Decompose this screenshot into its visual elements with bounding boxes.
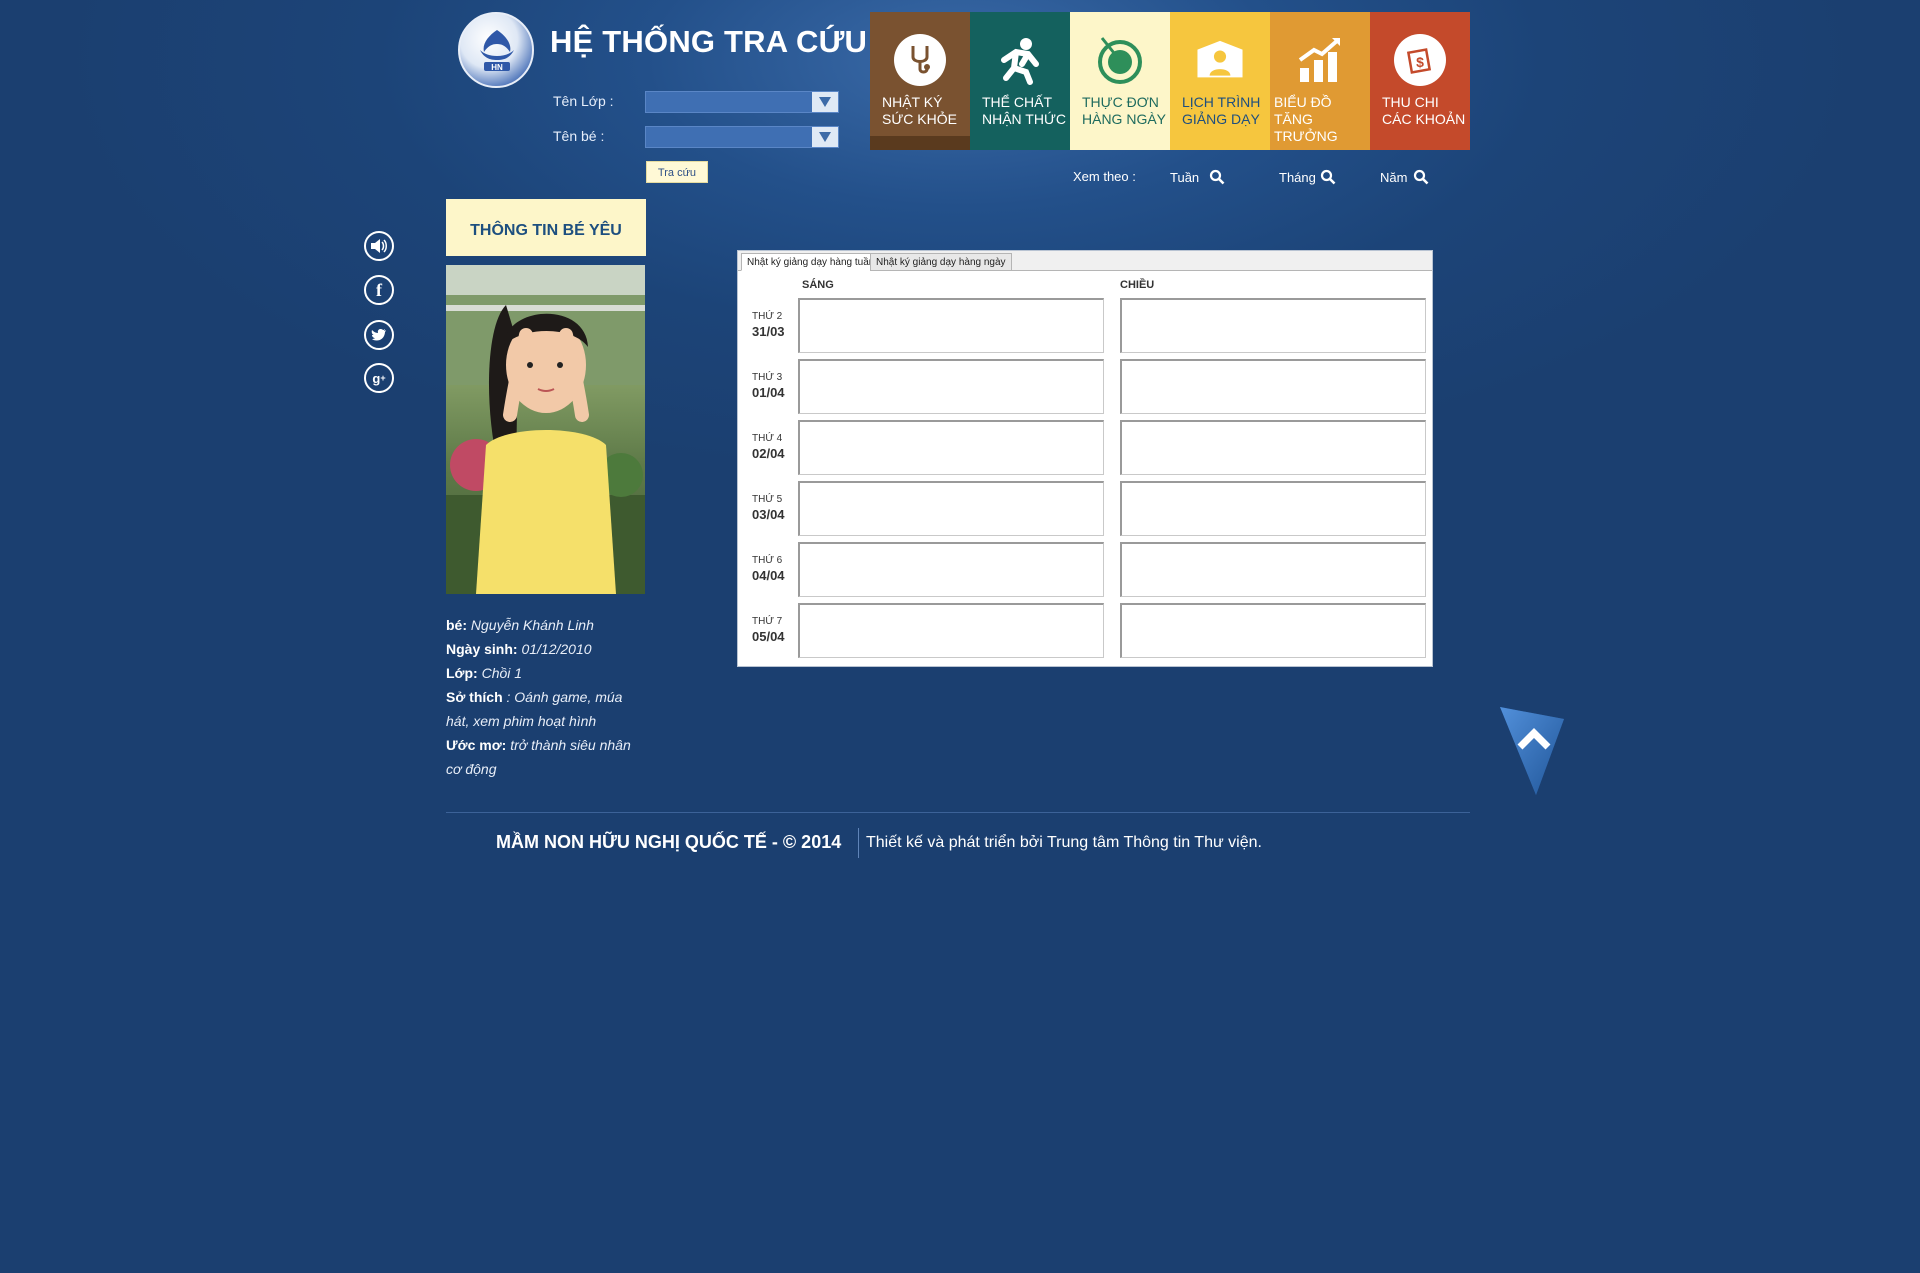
- afternoon-cell[interactable]: [1120, 359, 1426, 414]
- afternoon-cell[interactable]: [1120, 542, 1426, 597]
- back-to-top-icon[interactable]: [1500, 705, 1566, 795]
- search-button[interactable]: Tra cứu: [646, 161, 708, 183]
- day-label: THỨ 5 03/04: [752, 494, 785, 522]
- child-select[interactable]: [645, 126, 839, 148]
- schedule-tabs: Nhật ký giảng dạy hàng tuần Nhật ký giản…: [738, 251, 1432, 271]
- money-icon: $: [1394, 34, 1446, 86]
- tab-daily-log[interactable]: Nhật ký giảng dạy hàng ngày: [870, 253, 1012, 271]
- afternoon-header: CHIỀU: [1120, 279, 1155, 291]
- chevron-down-icon: [812, 92, 838, 112]
- morning-cell[interactable]: [798, 420, 1104, 475]
- nav-tile-finance[interactable]: $ THU CHI CÁC KHOẢN: [1370, 12, 1470, 150]
- class-info-label: Lớp:: [446, 665, 478, 681]
- view-year-button[interactable]: Năm: [1380, 169, 1429, 185]
- nav-tile-growth[interactable]: BIỂU ĐỒ TĂNG TRƯỞNG: [1270, 12, 1370, 150]
- afternoon-cell[interactable]: [1120, 603, 1426, 658]
- dob-label: Ngày sinh:: [446, 641, 518, 657]
- nav-tile-physical[interactable]: THỂ CHẤT NHẬN THỨC: [970, 12, 1070, 150]
- class-label: Tên Lớp :: [553, 93, 614, 109]
- nav-tile-line2: HÀNG NGÀY: [1082, 111, 1167, 127]
- morning-header: SÁNG: [802, 279, 834, 291]
- nav-tile-line1: THỂ CHẤT: [982, 94, 1052, 110]
- nav-tile-health[interactable]: NHẬT KÝ SỨC KHỎE: [870, 12, 970, 150]
- nav-tile-line2: CÁC KHOẢN: [1382, 111, 1466, 127]
- afternoon-cell[interactable]: [1120, 481, 1426, 536]
- morning-cell[interactable]: [798, 542, 1104, 597]
- nav-tile-line2: GIẢNG DẠY: [1182, 111, 1260, 127]
- child-name: Nguyễn Khánh Linh: [470, 617, 594, 633]
- tab-weekly-log[interactable]: Nhật ký giảng dạy hàng tuần: [741, 253, 881, 271]
- logo-emblem-icon: HN: [480, 30, 514, 72]
- day-label: THỨ 4 02/04: [752, 433, 785, 461]
- stethoscope-icon: [894, 34, 946, 86]
- child-dob: 01/12/2010: [521, 641, 592, 657]
- day-label: THỨ 6 04/04: [752, 555, 785, 583]
- view-by-label: Xem theo :: [1073, 169, 1136, 184]
- chevron-down-icon: [812, 127, 838, 147]
- morning-cell[interactable]: [798, 359, 1104, 414]
- nav-tile-schedule[interactable]: LỊCH TRÌNH GIẢNG DẠY: [1170, 12, 1270, 150]
- svg-text:$: $: [1416, 54, 1424, 70]
- svg-text:HN: HN: [491, 63, 503, 72]
- morning-cell[interactable]: [798, 481, 1104, 536]
- footer-separator: [858, 828, 859, 858]
- site-title: HỆ THỐNG TRA CỨU: [550, 24, 868, 59]
- morning-cell[interactable]: [798, 298, 1104, 353]
- search-icon: [1320, 169, 1336, 185]
- footer-divider: [446, 812, 1470, 813]
- school-logo[interactable]: HN: [458, 12, 534, 88]
- child-label: Tên bé :: [553, 128, 605, 144]
- nav-tile-line1: NHẬT KÝ: [882, 94, 943, 110]
- sound-icon[interactable]: [364, 231, 394, 261]
- nav-tile-line1: THU CHI: [1382, 94, 1439, 110]
- facebook-icon[interactable]: f: [364, 275, 394, 305]
- day-label: THỨ 7 05/04: [752, 616, 785, 644]
- footer-copyright: MẦM NON HỮU NGHỊ QUỐC TẾ - © 2014: [496, 832, 842, 852]
- class-select[interactable]: [645, 91, 839, 113]
- view-year-label: Năm: [1380, 169, 1408, 185]
- twitter-icon[interactable]: [364, 320, 394, 350]
- footer-credit: Thiết kế và phát triển bởi Trung tâm Thô…: [866, 834, 1262, 851]
- search-icon: [1210, 169, 1225, 185]
- running-person-icon: [994, 34, 1046, 86]
- child-info: bé: Nguyễn Khánh Linh Ngày sinh: 01/12/2…: [446, 613, 646, 781]
- info-title: THÔNG TIN BÉ YÊU: [446, 199, 646, 256]
- nav-tile-line1: BIỂU ĐỒ: [1274, 94, 1332, 110]
- name-label: bé:: [446, 617, 467, 633]
- child-class: Chồi 1: [481, 665, 523, 681]
- nav-tile-line2: SỨC KHỎE: [882, 111, 957, 127]
- afternoon-cell[interactable]: [1120, 298, 1426, 353]
- view-month-label: Tháng: [1279, 169, 1316, 185]
- view-week-button[interactable]: Tuần: [1170, 169, 1225, 185]
- nav-tile-line1: LỊCH TRÌNH: [1182, 94, 1261, 110]
- nav-tile-line1: THỰC ĐƠN: [1082, 94, 1159, 110]
- nav-tile-line2: NHẬN THỨC: [982, 111, 1067, 127]
- hobby-label: Sở thích: [446, 689, 503, 705]
- day-label: THỨ 2 31/03: [752, 311, 785, 339]
- dream-label: Ước mơ:: [446, 737, 507, 753]
- nav-tile-line2: TĂNG TRƯỞNG: [1274, 111, 1338, 144]
- afternoon-cell[interactable]: [1120, 420, 1426, 475]
- teacher-icon: [1194, 34, 1246, 86]
- nav-tile-menu[interactable]: THỰC ĐƠN HÀNG NGÀY: [1070, 12, 1170, 150]
- growth-chart-icon: [1294, 34, 1346, 86]
- view-month-button[interactable]: Tháng: [1279, 169, 1336, 185]
- google-plus-icon[interactable]: g +: [364, 363, 394, 393]
- day-label: THỨ 3 01/04: [752, 372, 785, 400]
- search-icon: [1414, 169, 1429, 185]
- schedule-panel: Nhật ký giảng dạy hàng tuần Nhật ký giản…: [737, 250, 1433, 667]
- dish-icon: [1094, 34, 1146, 86]
- morning-cell[interactable]: [798, 603, 1104, 658]
- view-week-label: Tuần: [1170, 169, 1200, 185]
- child-photo: [446, 265, 645, 594]
